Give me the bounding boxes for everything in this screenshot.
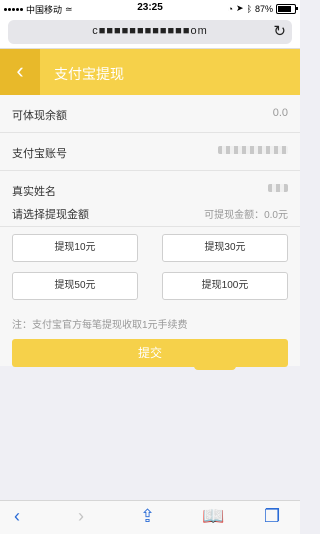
- balance-row: 可体现余额 0.0: [0, 95, 300, 133]
- option-50[interactable]: 提现50元: [12, 272, 138, 300]
- battery-percent: 87%: [254, 3, 273, 14]
- available-amount: 可提现金额：0.0元: [204, 210, 288, 221]
- browser-urlbar-container: c■■■■■■■■■■■■om ↻: [0, 16, 300, 49]
- divider: [0, 226, 300, 227]
- back-icon[interactable]: ‹: [14, 506, 20, 527]
- location-icon: ➤: [236, 3, 244, 13]
- battery-icon: [276, 3, 298, 14]
- option-10[interactable]: 提现10元: [12, 234, 138, 262]
- bluetooth-icon: ᛒ: [246, 3, 252, 14]
- submit-button[interactable]: 提交: [12, 339, 288, 367]
- bookmarks-icon[interactable]: 📖: [202, 506, 224, 527]
- back-button[interactable]: ‹: [0, 49, 40, 95]
- balance-label: 可体现余额: [12, 110, 67, 122]
- option-100[interactable]: 提现100元: [162, 272, 288, 300]
- url-text[interactable]: c■■■■■■■■■■■■om: [8, 25, 292, 37]
- status-right: ◔ ➤ ᛒ 87%: [227, 3, 298, 14]
- submit-tab-decoration: [194, 362, 236, 370]
- balance-value: 0.0: [272, 107, 288, 119]
- account-row: 支付宝账号: [0, 133, 300, 171]
- account-value-redacted: [218, 146, 288, 154]
- chevron-left-icon: ‹: [16, 58, 24, 83]
- lock-rotation-icon: ◔: [227, 3, 234, 14]
- browser-toolbar: ‹ › ⇪ 📖 ❐: [0, 500, 300, 534]
- share-icon[interactable]: ⇪: [140, 506, 155, 527]
- tabs-icon[interactable]: ❐: [264, 506, 280, 527]
- page-title: 支付宝提现: [54, 66, 124, 82]
- address-bar[interactable]: c■■■■■■■■■■■■om ↻: [8, 20, 292, 44]
- account-label: 支付宝账号: [12, 148, 67, 160]
- name-value-redacted: [268, 184, 288, 192]
- status-bar: 中国移动 ≃ 23:25 ◔ ➤ ᛒ 87%: [0, 0, 300, 16]
- amount-title: 请选择提现金额: [12, 209, 89, 221]
- page-header: ‹ 支付宝提现: [0, 49, 300, 95]
- account-info: 可体现余额 0.0 支付宝账号 真实姓名: [0, 95, 300, 208]
- forward-icon[interactable]: ›: [78, 506, 84, 527]
- reload-icon[interactable]: ↻: [273, 22, 286, 40]
- fee-note: 注：支付宝官方每笔提现收取1元手续费: [12, 320, 188, 331]
- option-30[interactable]: 提现30元: [162, 234, 288, 262]
